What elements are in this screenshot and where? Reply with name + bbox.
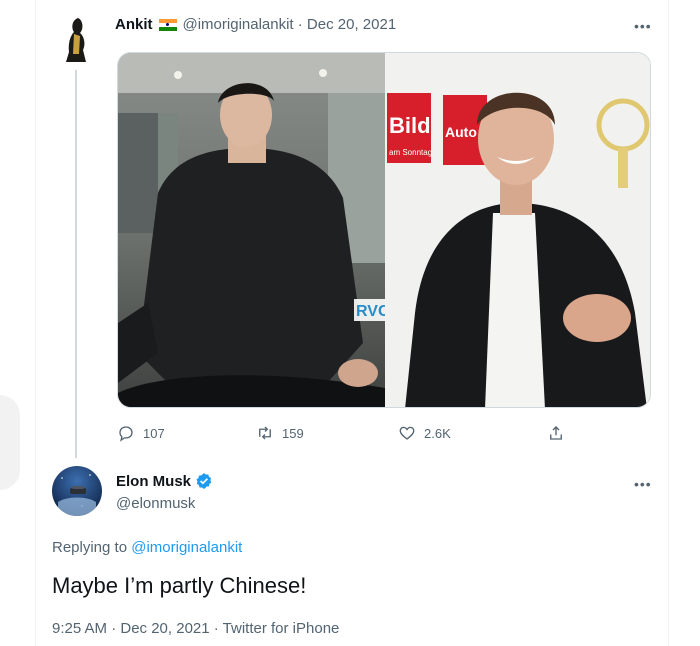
like-icon (399, 426, 415, 440)
tweet-timestamp-source[interactable]: 9:25 AM · Dec 20, 2021 · Twitter for iPh… (52, 620, 339, 637)
reply-action[interactable]: 107 (117, 424, 165, 442)
india-flag-icon (158, 18, 177, 31)
quoted-tweet-display-name[interactable]: Ankit (115, 16, 153, 33)
quoted-tweet-avatar[interactable] (56, 14, 96, 64)
tweet-text: Maybe I’m partly Chinese! (52, 573, 307, 598)
reply-icon (119, 426, 133, 442)
media-left-panel: RVCJ (118, 53, 416, 407)
like-action[interactable]: 2.6K (398, 424, 451, 442)
background-ghost-shape (0, 395, 20, 490)
more-icon[interactable]: ••• (634, 18, 652, 34)
share-icon (550, 426, 562, 440)
replying-to-mention[interactable]: @imoriginalankit (131, 539, 242, 556)
thread-connector-line (75, 70, 77, 458)
main-tweet-handle[interactable]: @elonmusk (116, 495, 195, 512)
like-count: 2.6K (424, 425, 451, 441)
share-action[interactable] (547, 424, 565, 442)
page-edge-right (668, 0, 700, 646)
replying-to-prefix: Replying to (52, 539, 128, 556)
tweet-actions-bar: 107 159 2.6K (117, 424, 597, 444)
page-edge-left (0, 0, 36, 646)
media-right-panel: Bild am Sonntag Auto Bild (385, 53, 650, 407)
quoted-tweet-handle-date[interactable]: @imoriginalankit · Dec 20, 2021 (183, 16, 397, 33)
bild-logo-text: Bild (389, 113, 431, 138)
main-tweet-name-row: Elon Musk (116, 472, 213, 490)
tweet-media-image[interactable]: RVCJ Bild am Sonntag Auto Bild (117, 52, 651, 408)
replying-to-line: Replying to @imoriginalankit (52, 539, 242, 556)
verified-icon (196, 473, 212, 489)
retweet-icon (259, 426, 271, 440)
retweet-action[interactable]: 159 (256, 424, 304, 442)
quoted-tweet-header: Ankit @imoriginalankit · Dec 20, 2021 (115, 16, 396, 33)
main-tweet-display-name[interactable]: Elon Musk (116, 473, 191, 490)
retweet-count: 159 (282, 425, 304, 441)
bild-logo-subtext: am Sonntag (389, 148, 432, 157)
reply-count: 107 (143, 425, 165, 441)
main-tweet-avatar[interactable] (52, 466, 102, 516)
rvcj-watermark: RVCJ (356, 303, 385, 320)
more-icon[interactable]: ••• (634, 476, 652, 492)
